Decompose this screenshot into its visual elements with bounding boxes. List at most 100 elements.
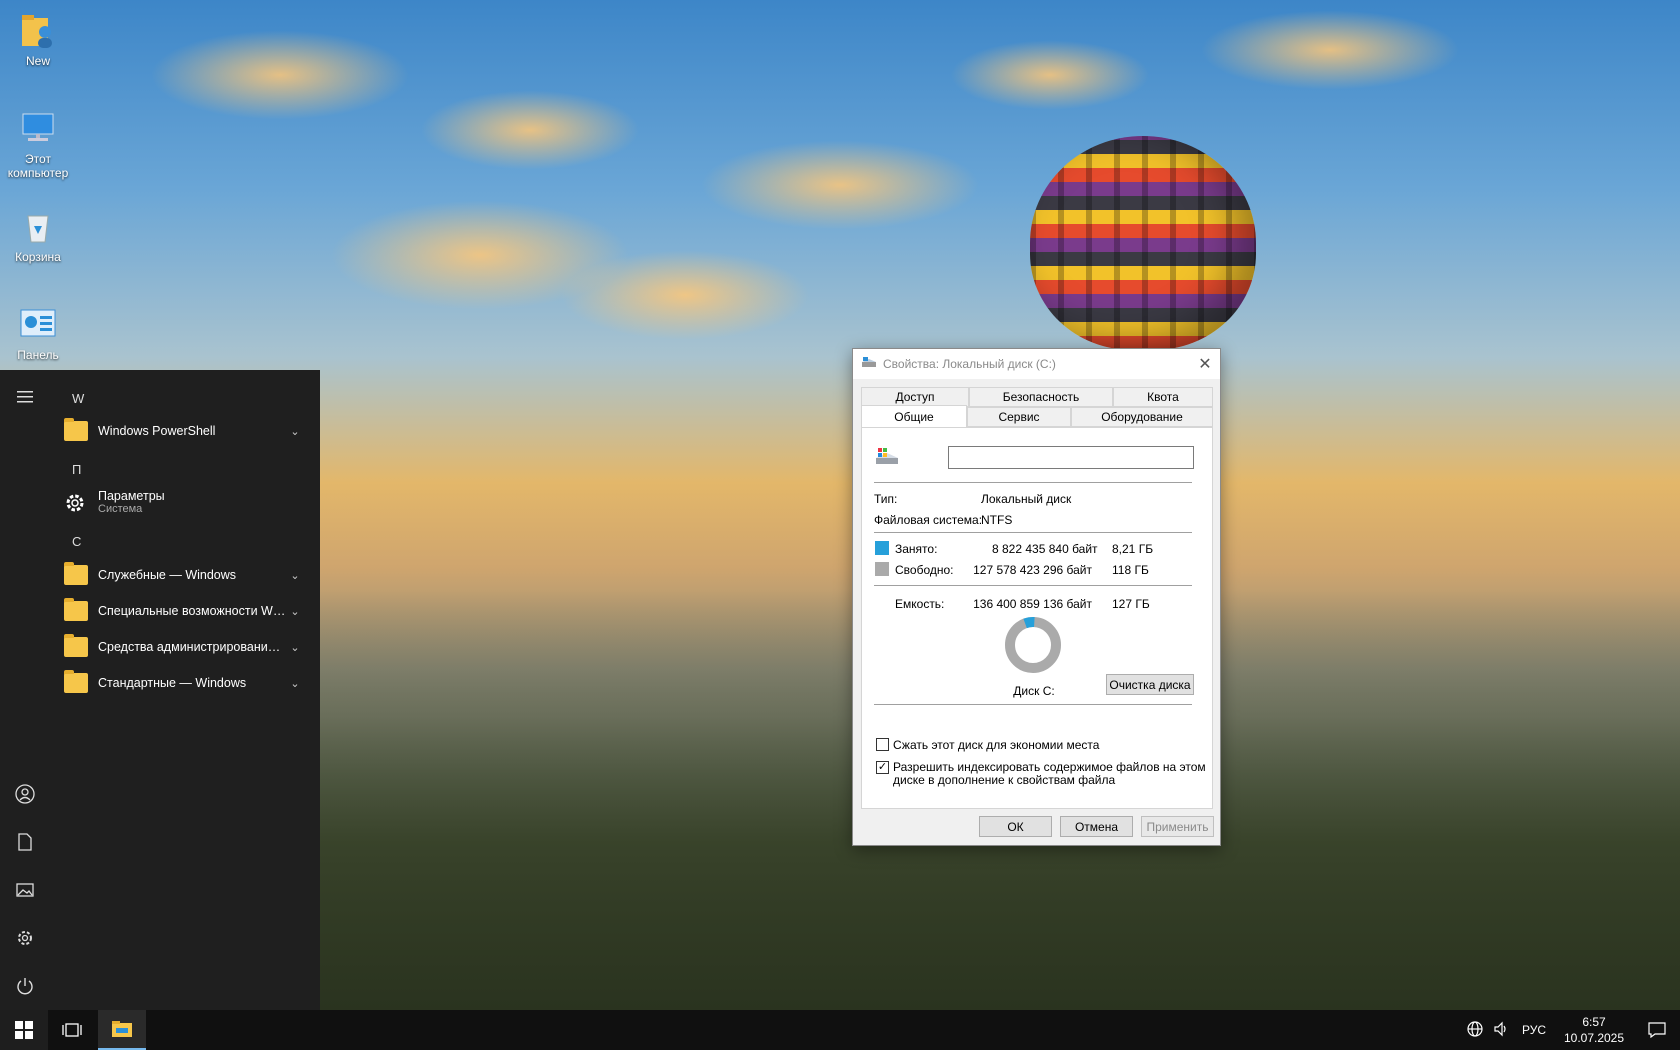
tab-hardware[interactable]: Оборудование xyxy=(1071,407,1213,427)
user-icon[interactable] xyxy=(12,781,38,807)
task-view-icon xyxy=(62,1023,82,1037)
wallpaper-cloud xyxy=(560,250,810,340)
app-item-label: Средства администрирования W... xyxy=(98,640,286,654)
used-bytes: 8 822 435 840 байт xyxy=(992,542,1098,556)
settings-icon[interactable] xyxy=(12,925,38,951)
drive-large-icon xyxy=(874,446,900,473)
chevron-down-icon[interactable]: ⌄ xyxy=(286,677,304,690)
chevron-down-icon[interactable]: ⌄ xyxy=(286,641,304,654)
apply-button[interactable]: Применить xyxy=(1141,816,1214,837)
power-icon[interactable] xyxy=(12,973,38,999)
app-item-admin-tools[interactable]: Средства администрирования W... ⌄ xyxy=(60,630,304,664)
section-letter[interactable]: W xyxy=(72,391,84,406)
app-item-label: Параметры xyxy=(98,489,165,503)
tab-tools[interactable]: Сервис xyxy=(967,407,1071,427)
computer-icon xyxy=(18,108,58,148)
app-item-windows-powershell[interactable]: Windows PowerShell ⌄ xyxy=(60,414,304,448)
chevron-down-icon[interactable]: ⌄ xyxy=(286,425,304,438)
index-label-line2[interactable]: диске в дополнение к свойствам файла xyxy=(893,773,1115,787)
ok-button[interactable]: ОК xyxy=(979,816,1052,837)
dialog-titlebar[interactable]: Свойства: Локальный диск (C:) ✕ xyxy=(853,349,1220,379)
used-label: Занято: xyxy=(895,542,938,556)
windows-logo-icon xyxy=(15,1021,33,1039)
task-view-button[interactable] xyxy=(48,1010,96,1050)
type-value: Локальный диск xyxy=(981,492,1072,506)
taskbar-clock[interactable]: 6:57 10.07.2025 xyxy=(1554,1014,1634,1046)
index-label-line1[interactable]: Разрешить индексировать содержимое файло… xyxy=(893,760,1206,774)
section-letter[interactable]: С xyxy=(72,534,81,549)
disk-cleanup-button[interactable]: Очистка диска xyxy=(1106,674,1194,695)
wallpaper-cloud xyxy=(700,140,980,230)
system-tray: РУС 6:57 10.07.2025 xyxy=(1462,1010,1680,1050)
clock-date: 10.07.2025 xyxy=(1563,1031,1625,1045)
taskbar: РУС 6:57 10.07.2025 xyxy=(0,1010,1680,1050)
free-bytes: 127 578 423 296 байт xyxy=(973,563,1092,577)
app-item-accessibility[interactable]: Специальные возможности Win... ⌄ xyxy=(60,594,304,628)
folder-icon xyxy=(64,562,88,585)
volume-name-input[interactable] xyxy=(948,446,1194,469)
capacity-size: 127 ГБ xyxy=(1112,597,1150,611)
chevron-down-icon[interactable]: ⌄ xyxy=(286,569,304,582)
app-item-system-tools[interactable]: Служебные — Windows ⌄ xyxy=(60,558,304,592)
app-item-settings[interactable]: Параметры Система xyxy=(60,482,304,522)
network-icon[interactable] xyxy=(1462,1020,1488,1040)
desktop-icon-label: Корзина xyxy=(15,250,61,264)
capacity-bytes: 136 400 859 136 байт xyxy=(973,597,1092,611)
input-language-indicator[interactable]: РУС xyxy=(1514,1023,1554,1037)
desktop-icon-recycle-bin[interactable]: Корзина xyxy=(0,206,76,264)
gear-icon xyxy=(64,492,88,512)
filesystem-value: NTFS xyxy=(981,513,1013,527)
start-button[interactable] xyxy=(0,1010,48,1050)
tab-general[interactable]: Общие xyxy=(861,405,967,427)
type-label: Тип: xyxy=(874,492,898,506)
used-size: 8,21 ГБ xyxy=(1112,542,1154,556)
section-letter[interactable]: П xyxy=(72,462,81,477)
desktop-icon-this-pc[interactable]: Этот компьютер xyxy=(0,108,76,180)
capacity-label: Емкость: xyxy=(895,597,945,611)
wallpaper-cloud xyxy=(1200,10,1460,90)
user-folder-icon xyxy=(18,10,58,50)
close-icon[interactable]: ✕ xyxy=(1190,349,1220,379)
cancel-button[interactable]: Отмена xyxy=(1060,816,1133,837)
desktop-icon-label: New xyxy=(25,54,50,68)
folder-icon xyxy=(64,634,88,657)
divider xyxy=(874,585,1192,586)
desktop-icon-label: Этот компьютер xyxy=(7,152,69,180)
compress-label[interactable]: Сжать этот диск для экономии места xyxy=(893,738,1099,752)
desktop-icon-control-panel[interactable]: Панель xyxy=(0,304,76,362)
hamburger-icon[interactable] xyxy=(12,384,38,410)
notifications-icon[interactable] xyxy=(1634,1022,1680,1038)
divider xyxy=(874,482,1192,483)
compress-checkbox[interactable] xyxy=(876,738,889,751)
disk-usage-donut xyxy=(1005,617,1061,673)
wallpaper-cloud xyxy=(150,30,410,120)
free-size: 118 ГБ xyxy=(1112,563,1149,577)
app-item-accessories[interactable]: Стандартные — Windows ⌄ xyxy=(60,666,304,700)
tab-security[interactable]: Безопасность xyxy=(969,387,1113,407)
disk-properties-dialog: Свойства: Локальный диск (C:) ✕ Доступ Б… xyxy=(852,348,1221,846)
dialog-title: Свойства: Локальный диск (C:) xyxy=(883,357,1056,371)
pictures-icon[interactable] xyxy=(12,877,38,903)
wallpaper-cloud xyxy=(420,90,640,170)
hot-air-balloon-image xyxy=(1030,136,1256,350)
file-explorer-button[interactable] xyxy=(98,1010,146,1050)
folder-icon xyxy=(64,418,88,441)
drive-icon xyxy=(861,356,877,373)
desktop-icon-new[interactable]: New xyxy=(0,10,76,68)
filesystem-label: Файловая система: xyxy=(874,513,983,527)
divider xyxy=(874,704,1192,705)
app-item-label: Служебные — Windows xyxy=(98,568,237,582)
volume-icon[interactable] xyxy=(1488,1021,1514,1040)
divider xyxy=(874,532,1192,533)
app-item-label: Специальные возможности Win... xyxy=(98,604,286,618)
free-label: Свободно: xyxy=(895,563,954,577)
chevron-down-icon[interactable]: ⌄ xyxy=(286,605,304,618)
tab-quota[interactable]: Квота xyxy=(1113,387,1213,407)
index-checkbox[interactable]: ✓ xyxy=(876,761,889,774)
document-icon[interactable] xyxy=(12,829,38,855)
clock-time: 6:57 xyxy=(1582,1015,1606,1029)
general-panel: Тип: Локальный диск Файловая система: NT… xyxy=(861,427,1213,809)
drive-label: Диск C: xyxy=(1013,684,1055,698)
tab-sharing[interactable]: Доступ xyxy=(861,387,969,407)
recycle-bin-icon xyxy=(18,206,58,246)
